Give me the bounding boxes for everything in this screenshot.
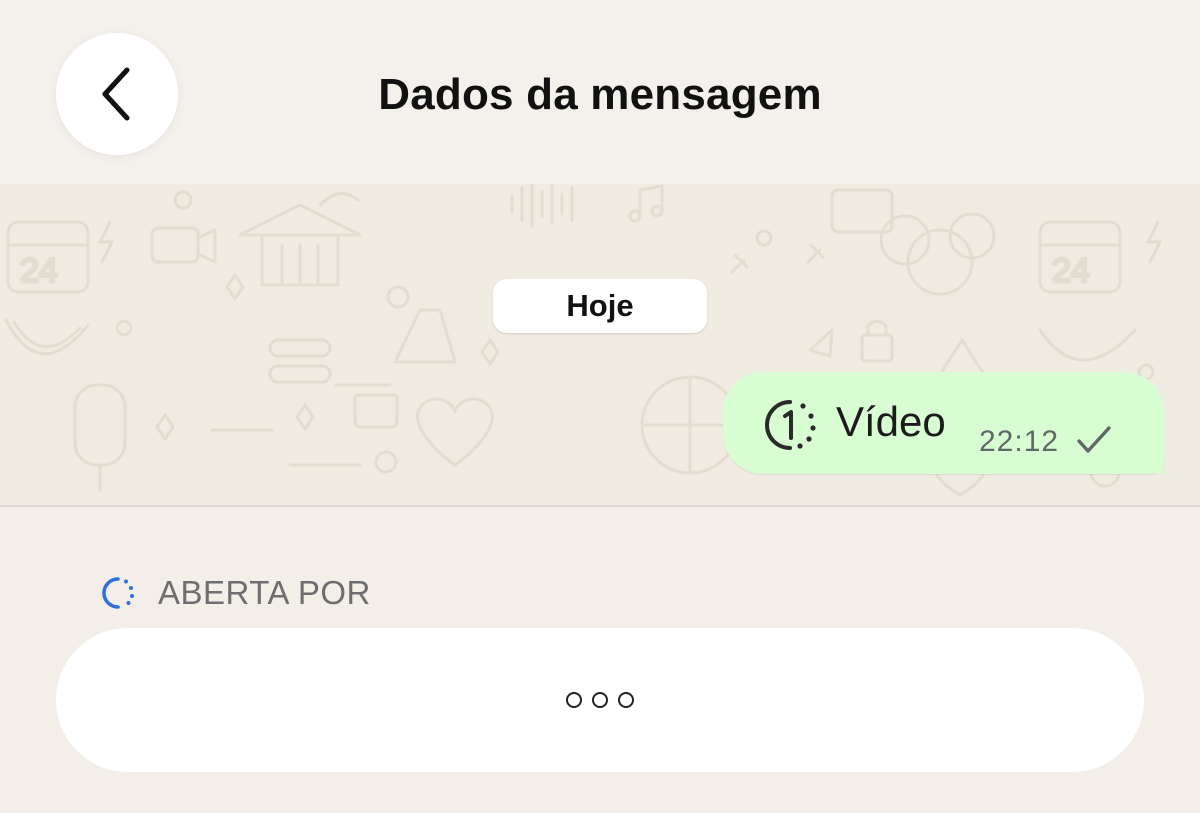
page-title: Dados da mensagem [378, 70, 822, 119]
section-label: ABERTA POR [158, 574, 371, 611]
back-button[interactable] [56, 33, 178, 155]
loading-dot [566, 692, 582, 708]
svg-text:24: 24 [1052, 252, 1090, 290]
section-divider [0, 505, 1200, 507]
message-text: Vídeo [836, 398, 946, 445]
message-timestamp: 22:12 [979, 425, 1060, 458]
chevron-left-icon [102, 67, 130, 121]
opened-by-list [56, 628, 1144, 772]
single-check-icon [1077, 426, 1111, 453]
date-separator-badge: Hoje [493, 279, 707, 333]
view-once-icon [765, 400, 816, 450]
top-bar: Dados da mensagem [0, 0, 1200, 184]
svg-text:24: 24 [20, 252, 58, 290]
message-info-screen: 24 24 Dados da mensagem Hoje Vídeo 22:12… [0, 0, 1200, 813]
loading-dot [618, 692, 634, 708]
loading-dots-icon [566, 692, 634, 708]
opened-by-section-header: ABERTA POR [100, 572, 371, 614]
loading-spinner-icon [102, 577, 134, 609]
bubble-tail [1150, 448, 1174, 474]
loading-dot [592, 692, 608, 708]
